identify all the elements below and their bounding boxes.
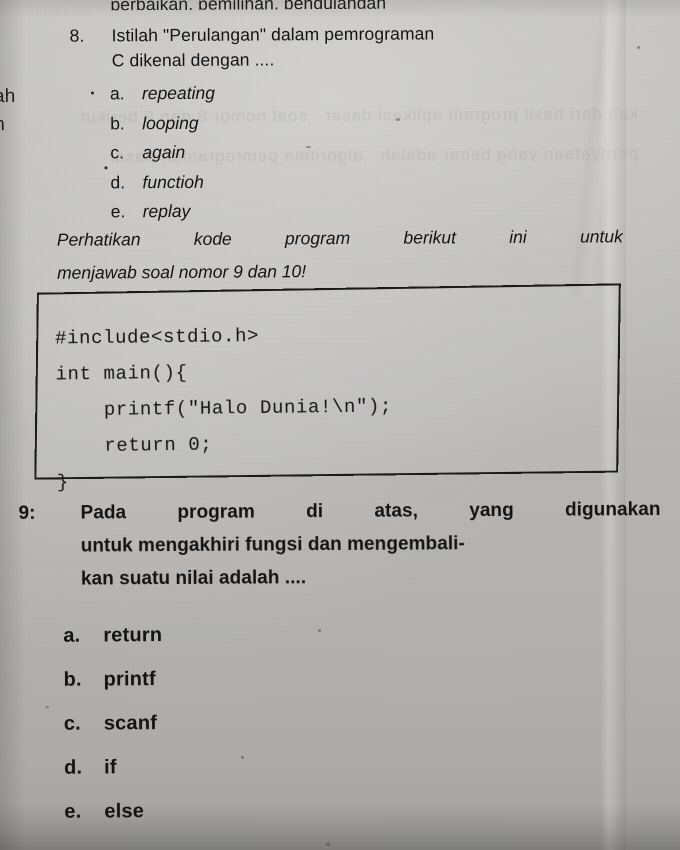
question-8-options: a. repeating b. looping c. again d. func…: [70, 76, 627, 227]
lead-in-line-1: Perhatikan kode program berikut ini untu…: [56, 226, 623, 250]
option-9-d-label: d.: [64, 756, 83, 779]
stray-ink-dot: [104, 166, 108, 170]
lead-in-instruction: Perhatikan kode program berikut ini untu…: [57, 220, 623, 289]
option-8-a[interactable]: a. repeating: [110, 76, 626, 109]
question-8: 8. Istilah "Perulangan" dalam pemrograma…: [70, 20, 627, 227]
option-9-b-label: b.: [63, 668, 82, 691]
option-8-b-label: b.: [110, 112, 125, 133]
option-9-d[interactable]: d. if: [64, 745, 163, 790]
option-9-c-label: c.: [63, 712, 81, 735]
option-9-b-text: printf: [103, 668, 156, 691]
left-margin-fragment-2: h: [0, 114, 6, 136]
left-margin-fragment-1: ah: [0, 85, 16, 108]
question-9-options: a. return b. printf c. scanf d. if e. el…: [63, 613, 163, 834]
option-9-c[interactable]: c. scanf: [64, 701, 163, 746]
option-9-e[interactable]: e. else: [64, 789, 163, 834]
question-9-text: Pada program di atas, yang digunakan unt…: [80, 493, 679, 596]
option-8-d[interactable]: d. functioh: [110, 165, 626, 198]
option-8-a-label: a.: [109, 83, 125, 104]
option-9-a-label: a.: [63, 624, 81, 647]
question-9-number: 9:: [18, 502, 36, 524]
page-content: perbaikan, pemilihan, pengulangan ah h 8…: [0, 0, 680, 850]
option-8-b[interactable]: b. looping: [110, 106, 626, 139]
question-8-header: 8. Istilah "Perulangan" dalam pemrograma…: [70, 20, 626, 73]
question-9-text-line-3: kan suatu nilai adalah ....: [80, 567, 307, 590]
question-8-text-line-1: Istilah "Perulangan" dalam pemrograman: [111, 23, 435, 46]
cropped-previous-line: perbaikan, pemilihan, pengulangan: [110, 0, 590, 10]
option-9-e-text: else: [104, 800, 145, 823]
question-8-number: 8.: [69, 25, 85, 46]
option-8-a-text: repeating: [141, 82, 216, 104]
option-9-e-label: e.: [64, 800, 82, 823]
option-8-c-text: again: [142, 141, 186, 163]
question-9-text-line-2: untuk mengakhiri fungsi dan mengembali-: [80, 533, 465, 557]
stray-ink-dot: [90, 91, 94, 95]
option-8-c-label: c.: [110, 142, 125, 163]
question-9-header: 9: Pada program di atas, yang digunakan …: [18, 493, 679, 596]
option-9-a-text: return: [103, 624, 163, 647]
option-8-b-text: looping: [142, 112, 199, 133]
scanned-page: kan dari hasil program aplikasi dasar so…: [0, 0, 680, 850]
question-9-text-line-1: Pada program di atas, yang digunakan: [80, 499, 661, 524]
option-9-a[interactable]: a. return: [63, 613, 162, 658]
option-9-d-text: if: [104, 756, 117, 779]
option-9-c-text: scanf: [103, 712, 158, 735]
option-9-b[interactable]: b. printf: [63, 657, 162, 702]
option-8-d-label: d.: [110, 171, 126, 192]
question-8-text: Istilah "Perulangan" dalam pemrograman C…: [112, 20, 626, 73]
option-8-c[interactable]: c. again: [110, 135, 626, 168]
question-8-text-line-2: C dikenal dengan ....: [111, 49, 275, 71]
option-8-d-text: functioh: [142, 171, 204, 192]
code-block-text: #include<stdio.h> int main(){ printf("Ha…: [54, 324, 393, 494]
question-9: 9: Pada program di atas, yang digunakan …: [18, 493, 679, 596]
